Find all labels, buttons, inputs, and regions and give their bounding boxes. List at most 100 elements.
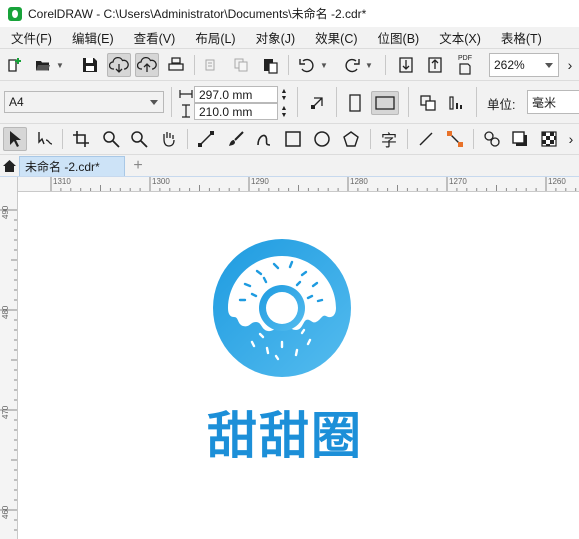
polygon-icon <box>343 131 359 147</box>
pan-tool[interactable] <box>157 129 179 149</box>
page-layout-icon <box>311 97 323 109</box>
pick-tool[interactable] <box>3 127 27 151</box>
rectangle-icon <box>285 131 301 147</box>
transparency-tool[interactable] <box>538 129 560 149</box>
ellipse-tool[interactable] <box>311 129 333 149</box>
pdf-label: PDF <box>458 55 472 62</box>
open-dropdown-button[interactable]: ▼ <box>54 57 66 73</box>
spin-down-icon: ▼ <box>280 111 288 119</box>
current-page-button[interactable] <box>445 91 469 115</box>
redo-dropdown-button[interactable]: ▼ <box>363 57 375 73</box>
page-width-field[interactable]: 297.0 mm <box>194 86 278 103</box>
dimension-tool[interactable] <box>415 129 437 149</box>
crop-icon <box>73 131 89 147</box>
menu-bitmaps[interactable]: 位图(B) <box>368 28 430 47</box>
landscape-button[interactable] <box>371 91 399 115</box>
rectangle-tool[interactable] <box>282 129 304 149</box>
horizontal-ruler[interactable]: 1310 1300 1290 1280 1270 1260 <box>17 177 579 192</box>
title-bar: CorelDRAW - C:\Users\Administrator\Docum… <box>0 0 579 27</box>
donut-logo[interactable] <box>212 238 352 378</box>
crop-tool[interactable] <box>70 129 92 149</box>
home-icon <box>2 159 16 172</box>
page-width-spinner[interactable]: ▲ ▼ <box>278 86 290 103</box>
page-height-field[interactable]: 210.0 mm <box>194 103 278 120</box>
paste-icon <box>264 59 278 74</box>
menu-file[interactable]: 文件(F) <box>0 28 62 47</box>
page-height-value: 210.0 mm <box>199 104 253 119</box>
spin-up-icon: ▲ <box>280 87 288 95</box>
ruler-label: 470 <box>1 405 10 419</box>
blend-tool[interactable] <box>481 129 503 149</box>
document-tab[interactable]: 未命名 -2.cdr* <box>19 156 125 176</box>
ruler-label: 1260 <box>548 177 566 186</box>
cloud-import-button[interactable] <box>107 53 131 77</box>
print-button[interactable] <box>165 55 187 75</box>
connector-tool[interactable] <box>444 129 466 149</box>
drop-shadow-tool[interactable] <box>509 129 531 149</box>
spin-up-icon: ▲ <box>280 104 288 112</box>
text-tool[interactable]: 字 <box>378 128 400 150</box>
menu-effects[interactable]: 效果(C) <box>305 28 367 47</box>
units-select[interactable]: 毫米 <box>527 90 579 114</box>
magnifier-minus-icon <box>131 131 148 148</box>
undo-button[interactable] <box>297 55 317 75</box>
chevron-down-icon <box>150 100 158 105</box>
cloud-export-button[interactable] <box>135 53 159 77</box>
toolbox-overflow-button[interactable]: › <box>565 129 577 149</box>
menu-view[interactable]: 查看(V) <box>124 28 186 47</box>
shadow-icon <box>512 131 527 146</box>
page-size-select[interactable]: A4 <box>4 91 164 113</box>
spin-down-icon: ▼ <box>280 94 288 102</box>
zoom-level-select[interactable]: 262% <box>489 53 559 77</box>
donut-hole <box>266 292 298 324</box>
height-icon <box>178 103 194 119</box>
units-label: 单位: <box>487 98 516 112</box>
new-tab-button[interactable]: + <box>129 156 147 175</box>
open-button[interactable] <box>33 55 53 75</box>
publish-pdf-button[interactable]: PDF <box>454 54 476 76</box>
toolbar-overflow-button[interactable]: › <box>563 57 577 73</box>
plus-icon: + <box>133 156 143 174</box>
ruler-label: 1270 <box>449 177 467 186</box>
redo-button[interactable] <box>342 55 362 75</box>
menu-object[interactable]: 对象(J) <box>246 28 306 47</box>
ruler-label: 1280 <box>350 177 368 186</box>
brand-text[interactable]: 甜甜圈 <box>207 405 367 467</box>
paste-button[interactable] <box>260 55 280 75</box>
horizontal-ruler-ticks <box>50 177 577 191</box>
artistic-media-tool[interactable] <box>225 129 247 149</box>
copy-button[interactable] <box>231 55 251 75</box>
freehand-tool[interactable] <box>195 129 217 149</box>
menu-bar: 文件(F) 编辑(E) 查看(V) 布局(L) 对象(J) 效果(C) 位图(B… <box>0 27 579 49</box>
menu-text[interactable]: 文本(X) <box>429 28 491 47</box>
menu-edit[interactable]: 编辑(E) <box>62 28 124 47</box>
home-tab[interactable] <box>1 157 17 174</box>
import-button[interactable] <box>396 55 416 75</box>
landscape-page-icon <box>375 96 395 110</box>
save-button[interactable] <box>80 55 100 75</box>
menu-table[interactable]: 表格(T) <box>491 28 552 47</box>
portrait-button[interactable] <box>345 92 365 114</box>
undo-dropdown-button[interactable]: ▼ <box>318 57 330 73</box>
cut-button[interactable] <box>201 55 221 75</box>
chevron-down-icon: ▼ <box>56 60 64 70</box>
save-disk-icon <box>83 58 97 72</box>
export-button[interactable] <box>425 55 445 75</box>
page-height-spinner[interactable]: ▲ ▼ <box>278 103 290 120</box>
brush-icon <box>229 131 244 146</box>
page-layout-button[interactable] <box>306 92 328 114</box>
property-bar: A4 297.0 mm ▲ ▼ 210.0 mm ▲ ▼ 单位: 毫米 <box>0 81 579 124</box>
vertical-ruler[interactable]: 490 480 470 460 <box>0 177 18 539</box>
smart-fill-tool[interactable] <box>253 129 275 149</box>
menu-layout[interactable]: 布局(L) <box>185 28 245 47</box>
zoom-out-tool[interactable] <box>128 129 150 149</box>
polygon-tool[interactable] <box>340 129 362 149</box>
folder-open-icon <box>36 61 50 71</box>
zoom-level-value: 262% <box>494 58 525 72</box>
shape-tool[interactable] <box>33 129 55 149</box>
blend-icon <box>484 131 500 147</box>
shape-edit-icon <box>38 132 53 145</box>
new-document-button[interactable] <box>5 55 25 75</box>
zoom-tool[interactable] <box>100 129 122 149</box>
all-pages-button[interactable] <box>416 91 440 115</box>
